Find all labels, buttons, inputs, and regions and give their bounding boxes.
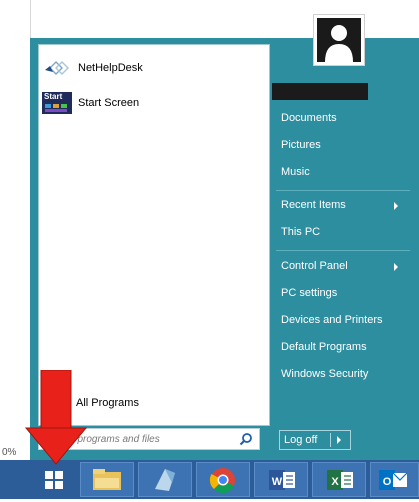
shutdown-options-arrow-icon[interactable] bbox=[337, 436, 341, 444]
right-item-this-pc[interactable]: This PC bbox=[281, 226, 320, 238]
separator bbox=[276, 190, 410, 191]
folder-icon bbox=[93, 469, 121, 490]
right-item-control-panel[interactable]: Control Panel bbox=[281, 260, 348, 272]
right-item-devices-printers[interactable]: Devices and Printers bbox=[281, 314, 383, 326]
taskbar-outlook[interactable]: O bbox=[370, 462, 419, 497]
word-icon: W bbox=[269, 470, 295, 490]
right-item-default-programs[interactable]: Default Programs bbox=[281, 341, 367, 353]
start-button[interactable] bbox=[32, 462, 76, 497]
start-screen-icon: Start bbox=[42, 92, 72, 114]
app-icon bbox=[155, 469, 175, 491]
logoff-label: Log off bbox=[284, 434, 318, 446]
status-percent: 0% bbox=[2, 447, 17, 458]
right-item-music[interactable]: Music bbox=[281, 166, 310, 178]
windows-icon bbox=[45, 471, 63, 489]
word-letter: W bbox=[272, 476, 283, 488]
program-label: Start Screen bbox=[78, 97, 140, 109]
excel-letter: X bbox=[331, 476, 339, 488]
programs-pane: NetHelpDesk Start Start Screen bbox=[38, 44, 270, 426]
taskbar-file-explorer[interactable] bbox=[80, 462, 134, 497]
taskbar-word[interactable]: W bbox=[254, 462, 308, 497]
recent-items-arrow-icon bbox=[394, 202, 398, 210]
logoff-button[interactable]: Log off bbox=[279, 430, 351, 450]
right-item-pictures[interactable]: Pictures bbox=[281, 139, 321, 151]
annotation-arrow-icon bbox=[24, 370, 88, 465]
taskbar-chrome[interactable] bbox=[196, 462, 250, 497]
control-panel-arrow-icon bbox=[394, 263, 398, 271]
program-item-nethelpdesk[interactable]: NetHelpDesk bbox=[39, 55, 269, 81]
right-item-documents[interactable]: Documents bbox=[281, 112, 337, 124]
user-avatar-icon bbox=[317, 18, 361, 62]
nethelpdesk-icon bbox=[42, 57, 72, 79]
search-icon[interactable] bbox=[239, 432, 253, 446]
user-name-redacted bbox=[272, 83, 368, 100]
taskbar-excel[interactable]: X bbox=[312, 462, 366, 497]
right-item-recent-items[interactable]: Recent Items bbox=[281, 199, 346, 211]
right-item-windows-security[interactable]: Windows Security bbox=[281, 368, 368, 380]
taskbar-app[interactable] bbox=[138, 462, 192, 497]
program-item-start-screen[interactable]: Start Start Screen bbox=[39, 90, 269, 116]
excel-icon: X bbox=[327, 470, 353, 490]
program-label: NetHelpDesk bbox=[78, 62, 143, 74]
separator bbox=[276, 250, 410, 251]
outlook-letter: O bbox=[383, 476, 392, 488]
user-avatar[interactable] bbox=[313, 14, 365, 66]
outlook-icon: O bbox=[379, 470, 408, 490]
right-item-pc-settings[interactable]: PC settings bbox=[281, 287, 337, 299]
start-screen-icon-text: Start bbox=[44, 92, 63, 101]
chrome-icon bbox=[209, 468, 235, 494]
